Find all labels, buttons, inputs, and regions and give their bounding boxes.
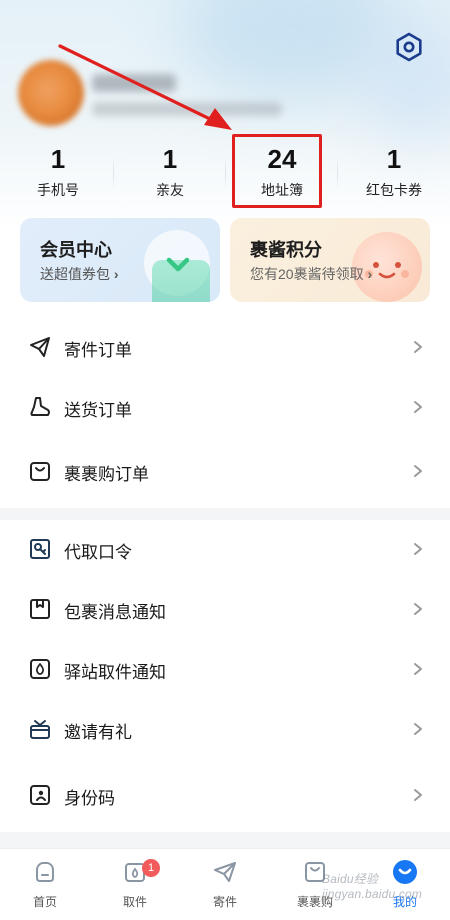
send-plane-icon <box>30 337 50 357</box>
chevron-right-icon <box>414 603 422 615</box>
stat-family[interactable]: 1 亲友 <box>114 138 226 208</box>
member-heart-art <box>144 230 210 302</box>
chevron-right-icon <box>414 543 422 555</box>
points-title: 裹酱积分 <box>250 240 322 260</box>
stat-family-label: 亲友 <box>156 182 184 198</box>
check-heart-icon <box>166 257 190 272</box>
chevron-right-icon <box>414 401 422 413</box>
drop-notice-icon <box>30 659 50 679</box>
member-center-title: 会员中心 <box>40 240 112 260</box>
stat-family-value: 1 <box>162 144 178 174</box>
send-icon <box>214 862 236 882</box>
section-divider <box>0 832 450 848</box>
menu-item-station-notice[interactable]: 驿站取件通知 <box>0 642 450 696</box>
profile-header[interactable] <box>18 60 318 130</box>
menu-label: 包裹消息通知 <box>64 603 166 622</box>
tab-home[interactable]: 首页 <box>0 857 90 913</box>
chevron-right-icon <box>414 789 422 801</box>
stat-coupons-value: 1 <box>386 144 402 174</box>
points-subtitle: 您有20裹酱待领取 › <box>250 264 372 284</box>
chevron-right-icon <box>414 465 422 477</box>
stat-phone-value: 1 <box>50 144 66 174</box>
menu-label: 寄件订单 <box>64 341 132 360</box>
watermark: Baidu经验 jingyan.baidu.com <box>322 872 423 901</box>
menu-label: 代取口令 <box>64 543 132 562</box>
menu-item-id-code[interactable]: 身份码 <box>0 768 450 822</box>
home-icon <box>36 862 54 882</box>
menu-label: 邀请有礼 <box>64 723 132 742</box>
member-center-subtitle-text: 送超值券包 <box>40 266 110 282</box>
pickup-badge: 1 <box>142 859 160 877</box>
avatar[interactable] <box>18 60 84 126</box>
menu-label: 裹裹购订单 <box>64 465 149 484</box>
stat-coupons-label: 红包卡券 <box>366 182 422 198</box>
highlight-box-annotation <box>232 134 322 208</box>
username-blurred <box>92 74 176 92</box>
tab-label: 寄件 <box>212 895 237 909</box>
chevron-right-icon: › <box>367 266 373 282</box>
stats-row: 1 手机号 1 亲友 24 地址簿 1 红包卡券 <box>0 138 450 208</box>
settings-icon[interactable] <box>394 32 424 62</box>
menu-item-package-notice[interactable]: 包裹消息通知 <box>0 582 450 636</box>
id-code-icon <box>30 785 50 805</box>
points-card[interactable]: 裹酱积分 您有20裹酱待领取 › <box>230 218 430 302</box>
menu-item-send-orders[interactable]: 寄件订单 <box>0 320 450 374</box>
user-info-blurred <box>92 102 282 116</box>
points-subtitle-text: 您有20裹酱待领取 <box>250 266 364 282</box>
gift-icon <box>30 720 50 739</box>
stat-phone-label: 手机号 <box>37 182 79 198</box>
menu-label: 身份码 <box>64 789 115 808</box>
chevron-right-icon <box>414 663 422 675</box>
menu-label: 送货订单 <box>64 401 132 420</box>
tab-label: 取件 <box>122 895 147 909</box>
member-center-card[interactable]: 会员中心 送超值券包 › <box>20 218 220 302</box>
package-notice-icon <box>30 599 50 619</box>
boot-icon <box>30 397 50 416</box>
key-icon <box>30 539 50 559</box>
chevron-right-icon <box>414 723 422 735</box>
member-center-subtitle: 送超值券包 › <box>40 264 119 284</box>
shopping-bag-icon <box>30 462 50 481</box>
menu-item-invite-gift[interactable]: 邀请有礼 <box>0 702 450 756</box>
menu-item-delivery-orders[interactable]: 送货订单 <box>0 380 450 434</box>
menu-item-guoguo-orders[interactable]: 裹裹购订单 <box>0 444 450 498</box>
stat-phone[interactable]: 1 手机号 <box>2 138 114 208</box>
stat-coupons[interactable]: 1 红包卡券 <box>338 138 450 208</box>
section-divider <box>0 508 450 520</box>
chevron-right-icon: › <box>113 266 119 282</box>
chevron-right-icon <box>414 341 422 353</box>
tab-pickup[interactable]: 1 取件 <box>90 857 180 913</box>
menu-label: 驿站取件通知 <box>64 663 166 682</box>
tab-label: 首页 <box>32 895 57 909</box>
menu-item-pickup-code[interactable]: 代取口令 <box>0 522 450 576</box>
tab-send[interactable]: 寄件 <box>180 857 270 913</box>
